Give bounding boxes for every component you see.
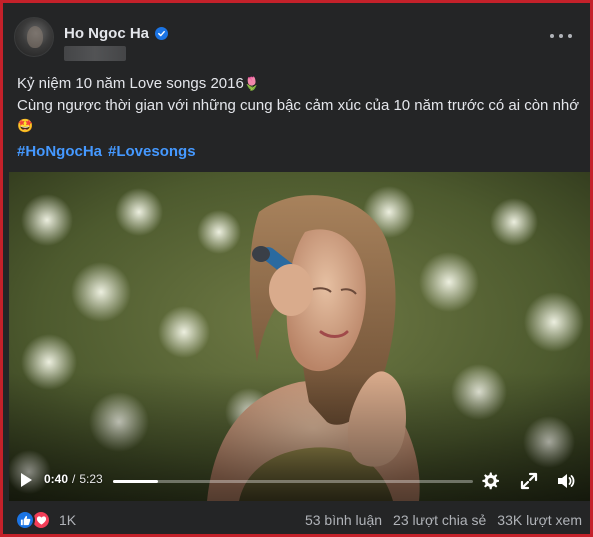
settings-gear-icon[interactable] — [480, 471, 500, 491]
volume-icon[interactable] — [556, 471, 576, 491]
fullscreen-icon[interactable] — [519, 471, 539, 491]
video-controls: 0:40 / 5:23 — [3, 458, 590, 501]
video-progress-bar[interactable] — [113, 480, 473, 483]
post-meta-redacted — [64, 46, 126, 61]
hashtag-row: #HoNgocHa #Lovesongs — [17, 143, 196, 160]
caption-line-1-text: Kỷ niệm 10 năm Love songs 2016 — [17, 75, 244, 92]
comment-count-link[interactable]: 53 bình luận — [305, 512, 382, 528]
play-icon[interactable] — [20, 472, 33, 488]
post-header: Ho Ngoc Ha — [14, 17, 582, 65]
reaction-count: 1K — [59, 512, 77, 528]
video-timecode: 0:40 / 5:23 — [44, 472, 103, 486]
post-footer: 1K 53 bình luận 23 lượt chia sẻ 33K lượt… — [3, 503, 590, 534]
share-count-link[interactable]: 23 lượt chia sẻ — [393, 512, 486, 528]
video-frame-image — [9, 172, 590, 501]
author-avatar[interactable] — [14, 17, 54, 57]
author-line: Ho Ngoc Ha — [64, 25, 169, 42]
engagement-stats: 53 bình luận 23 lượt chia sẻ 33K lượt xe… — [305, 512, 582, 528]
reactions-summary[interactable]: 1K — [15, 510, 76, 530]
view-count: 33K lượt xem — [497, 512, 582, 528]
time-separator: / — [72, 472, 76, 486]
total-duration: 5:23 — [79, 472, 103, 486]
post-card: Ho Ngoc Ha Kỷ niệm 10 năm Love songs 201… — [0, 0, 593, 537]
caption-line-2: Cùng ngược thời gian với những cung bậc … — [17, 97, 580, 114]
post-caption: Kỷ niệm 10 năm Love songs 2016🌷 Cùng ngư… — [17, 73, 582, 137]
video-player[interactable] — [9, 172, 590, 501]
author-name[interactable]: Ho Ngoc Ha — [64, 25, 149, 42]
tulip-emoji-icon: 🌷 — [243, 77, 260, 92]
hashtag-link[interactable]: #Lovesongs — [108, 143, 196, 160]
hashtag-link[interactable]: #HoNgocHa — [17, 143, 102, 160]
elapsed-time: 0:40 — [44, 472, 69, 486]
caption-line-1: Kỷ niệm 10 năm Love songs 2016🌷 — [17, 73, 582, 95]
star-struck-emoji-icon: 🤩 — [17, 119, 34, 134]
like-reaction-icon — [15, 510, 35, 530]
verified-badge-icon — [155, 27, 169, 40]
more-options-icon[interactable] — [550, 29, 572, 43]
video-progress-fill — [113, 480, 158, 483]
